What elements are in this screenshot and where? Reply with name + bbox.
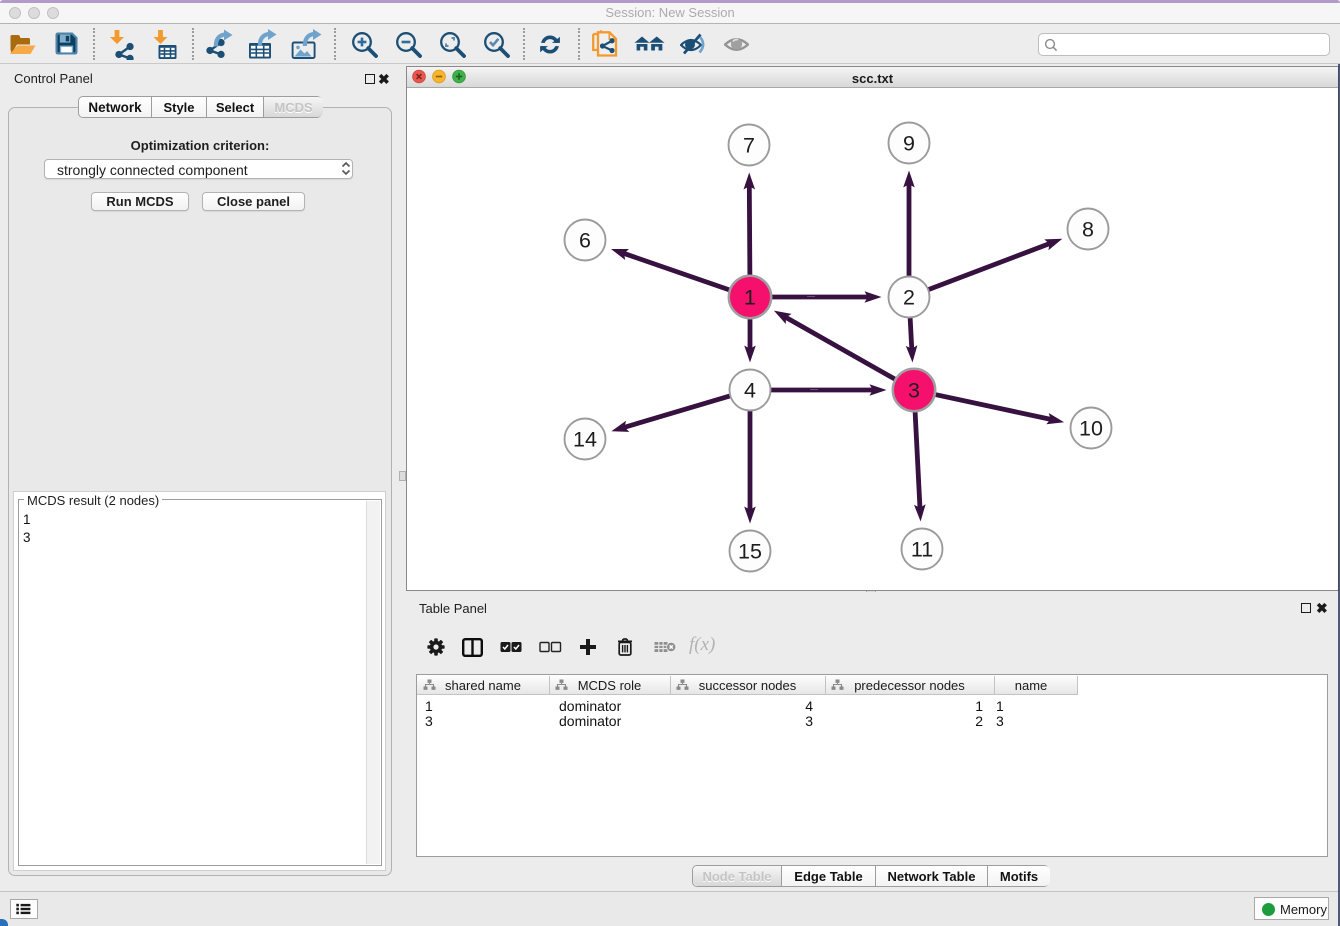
svg-text:10: 10 xyxy=(1079,417,1103,441)
svg-text:14: 14 xyxy=(573,428,597,452)
svg-text:8: 8 xyxy=(1082,218,1094,242)
svg-text:2: 2 xyxy=(903,286,915,310)
svg-text:6: 6 xyxy=(579,229,591,253)
svg-text:1: 1 xyxy=(744,286,756,310)
svg-text:11: 11 xyxy=(911,538,933,562)
svg-text:3: 3 xyxy=(908,379,920,403)
svg-text:15: 15 xyxy=(738,540,762,564)
svg-text:7: 7 xyxy=(743,134,755,158)
svg-text:4: 4 xyxy=(744,379,756,403)
svg-text:9: 9 xyxy=(903,132,915,156)
